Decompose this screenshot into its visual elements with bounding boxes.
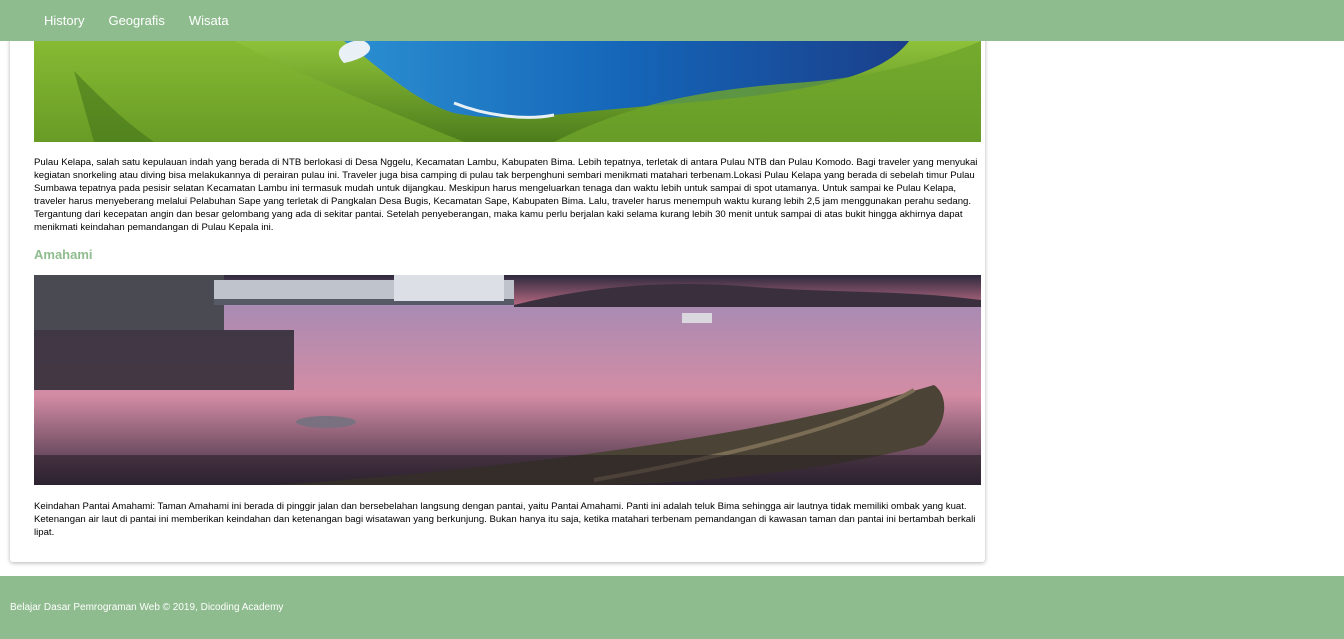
footer-copyright: Belajar Dasar Pemrograman Web © 2019, Di… — [10, 602, 284, 613]
pulau-kelapa-image — [34, 41, 981, 142]
nav-link-history[interactable]: History — [32, 0, 96, 41]
amahami-image — [34, 275, 981, 485]
amahami-heading: Amahami — [34, 247, 93, 262]
page-footer: Belajar Dasar Pemrograman Web © 2019, Di… — [0, 576, 1344, 639]
pulau-kelapa-description: Pulau Kelapa, salah satu kepulauan indah… — [34, 157, 978, 233]
nav-link-geografis[interactable]: Geografis — [96, 0, 176, 41]
nav-link-wisata[interactable]: Wisata — [177, 0, 241, 41]
content-card: Pulau Kelapa, salah satu kepulauan indah… — [10, 0, 985, 562]
amahami-description: Keindahan Pantai Amahami: Taman Amahami … — [34, 501, 976, 538]
top-navbar: History Geografis Wisata — [0, 0, 1344, 41]
